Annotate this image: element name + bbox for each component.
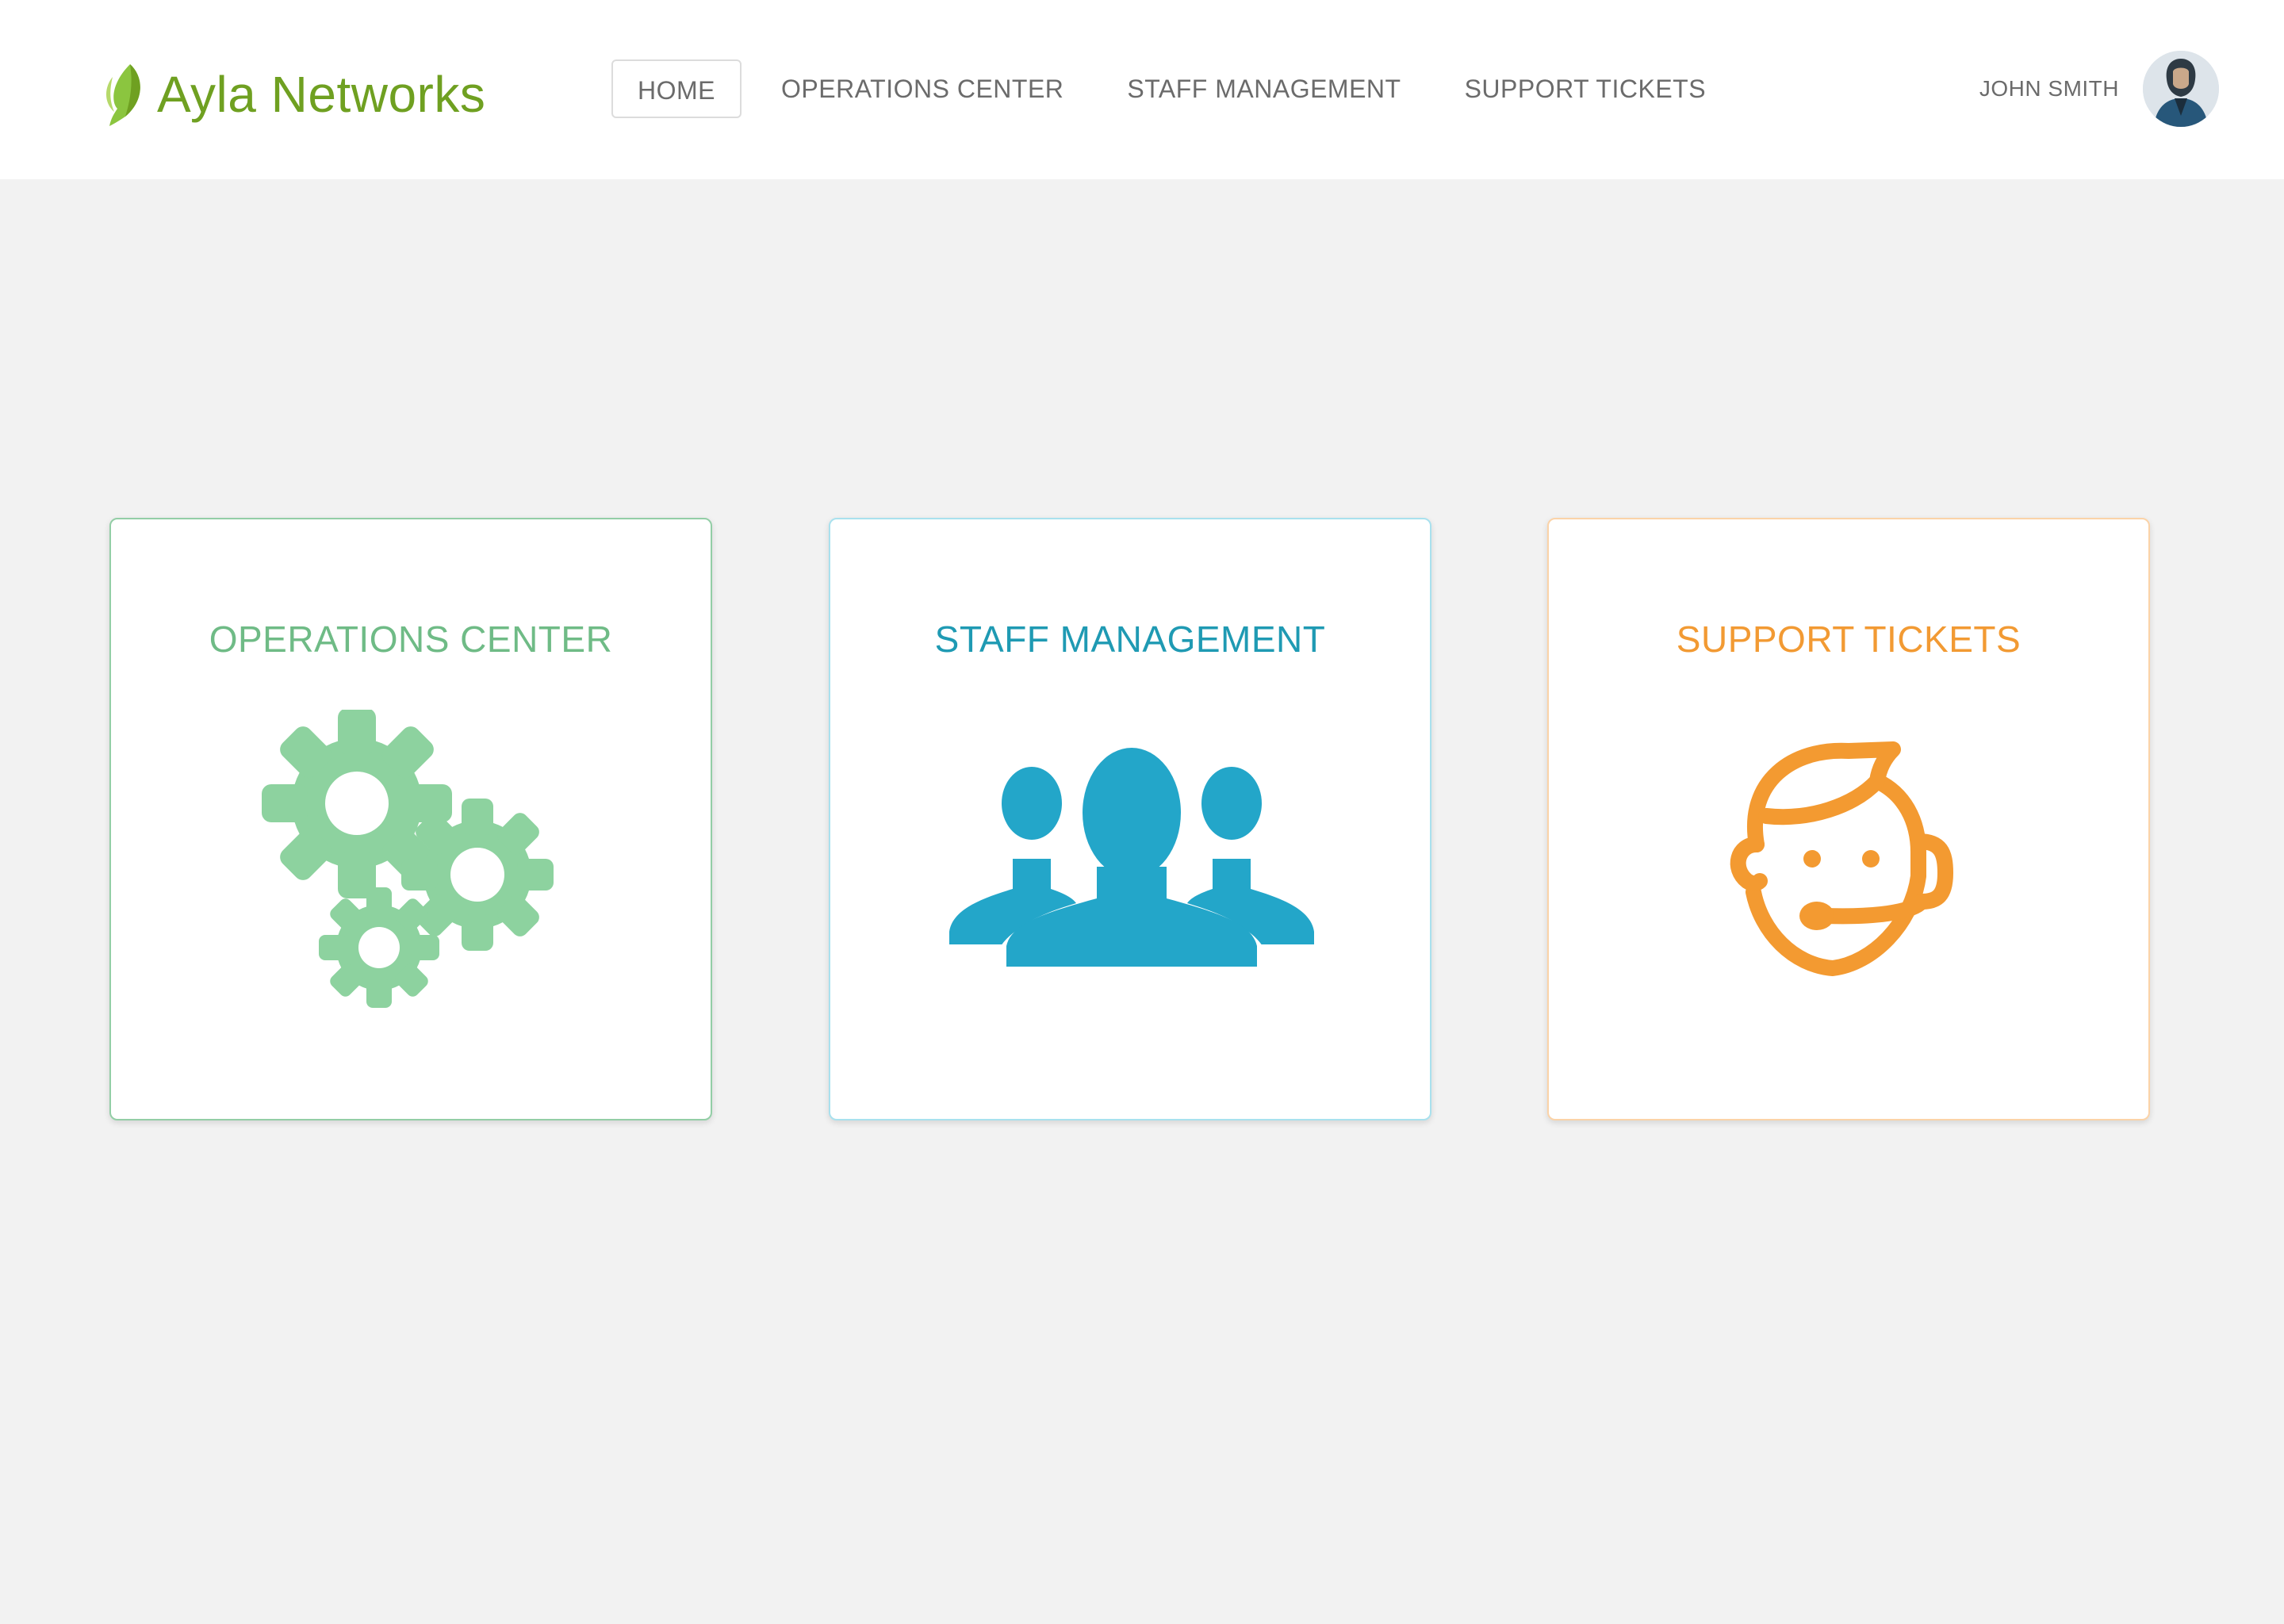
nav-support-tickets[interactable]: SUPPORT TICKETS [1441, 59, 1730, 118]
support-agent-icon [1730, 741, 1953, 976]
gears-icon [262, 710, 554, 1008]
user-name: JOHN SMITH [1979, 76, 2119, 101]
avatar-photo-icon [2143, 51, 2219, 127]
card-title: OPERATIONS CENTER [209, 619, 613, 660]
user-avatar[interactable] [2143, 51, 2219, 127]
leaf-logo-icon [106, 64, 140, 126]
main-nav: HOME OPERATIONS CENTER STAFF MANAGEMENT … [611, 59, 1730, 118]
card-title: SUPPORT TICKETS [1676, 619, 2021, 660]
card-staff-management[interactable]: STAFF MANAGEMENT [829, 518, 1431, 1120]
user-menu[interactable]: JOHN SMITH [1979, 49, 2219, 128]
top-header: Ayla Networks HOME OPERATIONS CENTER STA… [0, 0, 2284, 179]
card-title: STAFF MANAGEMENT [934, 619, 1326, 660]
nav-home[interactable]: HOME [611, 59, 742, 118]
card-support-tickets[interactable]: SUPPORT TICKETS [1547, 518, 2150, 1120]
card-operations-center[interactable]: OPERATIONS CENTER [109, 518, 712, 1120]
nav-operations-center[interactable]: OPERATIONS CENTER [757, 59, 1087, 118]
brand-logo[interactable]: Ayla Networks [98, 59, 485, 130]
people-icon [949, 748, 1314, 967]
nav-staff-management[interactable]: STAFF MANAGEMENT [1103, 59, 1424, 118]
brand-name: Ayla Networks [157, 66, 486, 123]
